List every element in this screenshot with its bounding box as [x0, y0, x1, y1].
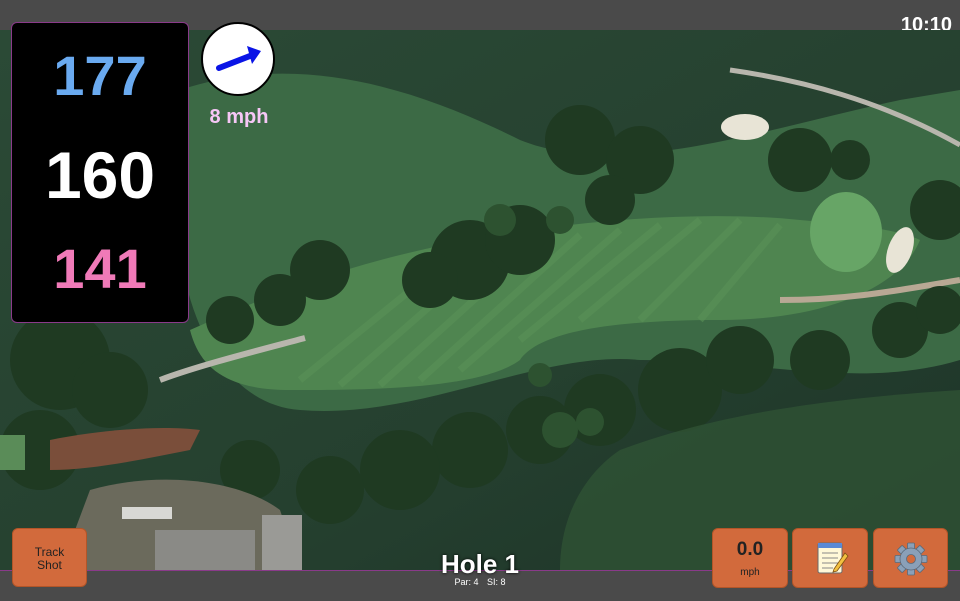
speed-unit: mph — [740, 567, 760, 578]
hole-title: Hole 1 — [440, 549, 520, 579]
middle-distance: 160 — [44, 138, 156, 212]
track-shot-label-line2: Shot — [37, 558, 62, 572]
track-shot-button[interactable]: Track Shot — [12, 528, 87, 587]
notes-button[interactable] — [792, 528, 868, 588]
wind-direction-indicator — [201, 22, 275, 96]
back-distance: 177 — [53, 44, 147, 107]
speed-button[interactable]: 0.0 mph — [712, 528, 788, 588]
hole-par: Par: 4 — [454, 577, 479, 587]
gear-icon — [894, 542, 928, 576]
speed-value: 0.0 — [736, 539, 764, 560]
front-distance: 141 — [53, 237, 147, 300]
hole-info: Hole 1 Par: 4 SI: 8 — [380, 550, 580, 587]
wind-speed: 8 mph — [209, 106, 269, 128]
hole-stroke-index: SI: 8 — [487, 577, 506, 587]
wind-arrow-icon — [216, 46, 261, 71]
notepad-icon — [817, 542, 849, 574]
hole-details: Par: 4 SI: 8 — [380, 577, 580, 587]
distance-panel: 177 160 141 — [11, 22, 189, 323]
settings-button[interactable] — [873, 528, 948, 588]
